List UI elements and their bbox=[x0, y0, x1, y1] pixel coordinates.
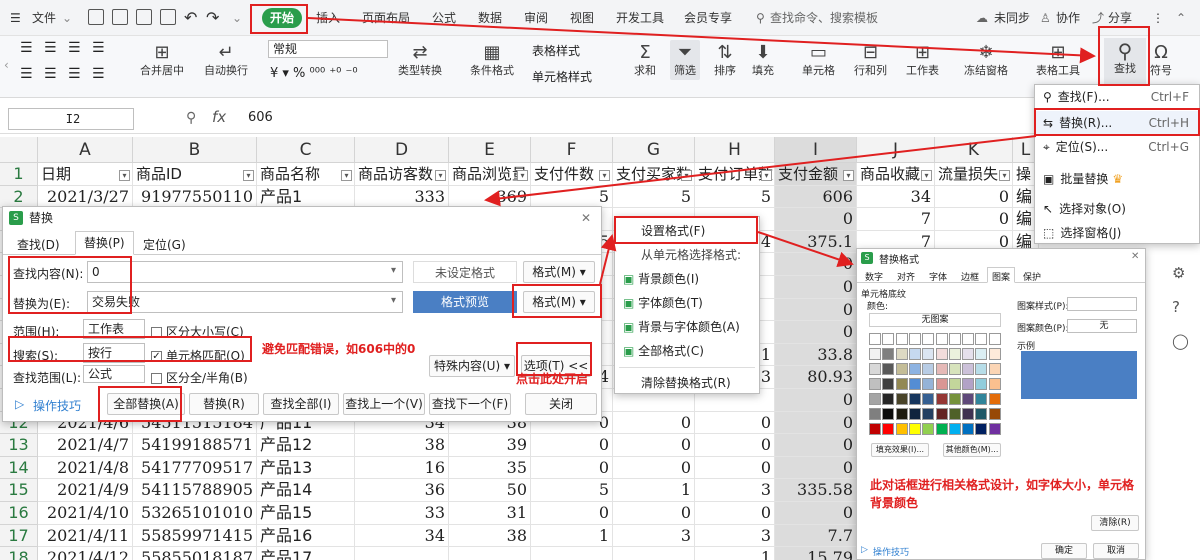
annotation-format-note: 此对话框进行相关格式设计，如字体大小，单元格背景颜色 bbox=[870, 478, 1135, 510]
arrow-start-to-find bbox=[307, 17, 1096, 64]
arrow-format-to-menu bbox=[599, 234, 617, 285]
arrow-menu-to-format-dialog bbox=[757, 231, 854, 268]
arrow-replace-to-dialog bbox=[484, 135, 1037, 207]
annotation-click-here: 点击此处开启 bbox=[516, 372, 589, 386]
annotation-avoid: 避免匹配错误，如606中的0 bbox=[262, 342, 416, 356]
